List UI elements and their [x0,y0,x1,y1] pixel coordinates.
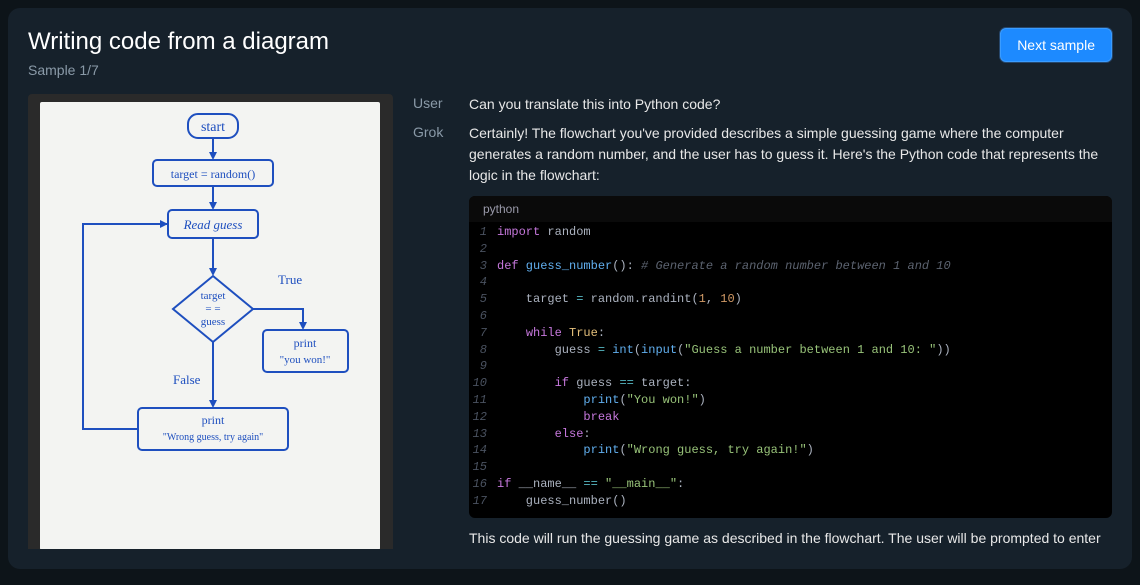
role-label-user: User [413,94,451,111]
node-read: Read guess [183,217,243,232]
whiteboard-diagram: start target = random() Read guess [28,94,393,549]
user-message-text: Can you translate this into Python code? [469,94,1112,115]
next-sample-button[interactable]: Next sample [1000,28,1112,62]
chat-message-user: User Can you translate this into Python … [413,94,1112,115]
node-lose-1: print [202,413,225,427]
chat-pane: User Can you translate this into Python … [413,94,1112,549]
title-block: Writing code from a diagram Sample 1/7 [28,28,329,78]
node-start: start [201,120,225,135]
label-false: False [173,372,201,387]
diagram-pane: start target = random() Read guess [28,94,393,549]
grok-message-content: Certainly! The flowchart you've provided… [469,123,1112,549]
code-block: python 1import random 2 3def guess_numbe… [469,196,1112,518]
label-true: True [278,272,302,287]
node-lose-2: "Wrong guess, try again" [163,432,264,443]
app-card: Writing code from a diagram Sample 1/7 N… [8,8,1132,569]
code-body: 1import random 2 3def guess_number(): # … [469,222,1112,518]
sample-counter: Sample 1/7 [28,62,329,78]
code-language-label: python [469,196,1112,222]
chat-message-grok: Grok Certainly! The flowchart you've pro… [413,123,1112,549]
node-win-1: print [294,336,317,350]
content-row: start target = random() Read guess [28,94,1112,549]
header: Writing code from a diagram Sample 1/7 N… [28,28,1112,78]
node-decision-1: target [201,290,226,302]
grok-outro-text: This code will run the guessing game as … [469,528,1112,549]
grok-intro-text: Certainly! The flowchart you've provided… [469,123,1112,186]
role-label-grok: Grok [413,123,451,140]
node-target: target = random() [171,167,256,181]
node-decision-2: = = [205,303,220,315]
node-win-2: "you won!" [280,354,331,366]
node-decision-3: guess [201,316,225,328]
page-title: Writing code from a diagram [28,28,329,56]
